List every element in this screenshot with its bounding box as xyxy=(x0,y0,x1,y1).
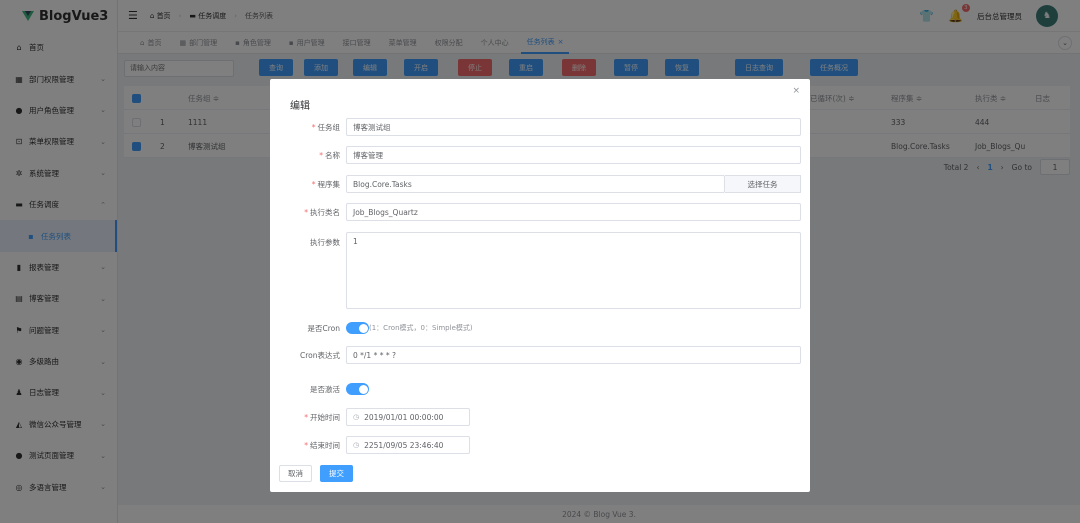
form-row-task-group: * 任务组 博客测试组 xyxy=(270,118,810,136)
is-cron-hint: (1：Cron模式，0：Simple模式) xyxy=(369,324,473,332)
class-name-label: * 执行类名 xyxy=(304,207,340,217)
end-time-label: * 结束时间 xyxy=(304,440,340,450)
name-label: * 名称 xyxy=(319,150,340,160)
class-name-input[interactable]: Job_Blogs_Quartz xyxy=(346,203,801,221)
start-time-label: * 开始时间 xyxy=(304,412,340,422)
edit-dialog: 编辑 × * 任务组 博客测试组 * 名称 博客管理 * 程序集 Blog.Core.… xyxy=(270,79,810,492)
form-row-class-name: * 执行类名 Job_Blogs_Quartz xyxy=(270,203,810,221)
form-row-end-time: * 结束时间 ◷ 2251/09/05 23:46:40 xyxy=(270,436,810,454)
task-group-label: * 任务组 xyxy=(311,122,340,132)
submit-button[interactable]: 提交 xyxy=(320,465,353,482)
start-time-value: 2019/01/01 00:00:00 xyxy=(364,412,444,422)
clock-icon: ◷ xyxy=(353,441,360,449)
params-label: 执行参数 xyxy=(310,238,340,247)
is-cron-switch[interactable] xyxy=(346,322,369,334)
select-task-button[interactable]: 选择任务 xyxy=(725,175,801,193)
cron-expr-input[interactable]: 0 */1 * * * ? xyxy=(346,346,801,364)
is-active-label: 是否激活 xyxy=(310,384,340,394)
end-time-value: 2251/09/05 23:46:40 xyxy=(364,440,444,450)
cron-expr-label: Cron表达式 xyxy=(300,350,340,360)
dialog-title: 编辑 xyxy=(290,101,310,112)
form-row-cron-expr: Cron表达式 0 */1 * * * ? xyxy=(270,346,810,364)
start-time-picker[interactable]: ◷ 2019/01/01 00:00:00 xyxy=(346,408,470,426)
form-row-is-cron: 是否Cron (1：Cron模式，0：Simple模式) xyxy=(270,321,810,335)
form-row-start-time: * 开始时间 ◷ 2019/01/01 00:00:00 xyxy=(270,408,810,426)
clock-icon: ◷ xyxy=(353,413,360,421)
is-active-switch[interactable] xyxy=(346,383,369,395)
is-cron-label: 是否Cron xyxy=(307,323,341,333)
assembly-label: * 程序集 xyxy=(311,179,340,189)
form-row-assembly: * 程序集 Blog.Core.Tasks 选择任务 xyxy=(270,175,810,193)
task-group-input[interactable]: 博客测试组 xyxy=(346,118,801,136)
form-row-is-active: 是否激活 xyxy=(270,382,810,396)
name-input[interactable]: 博客管理 xyxy=(346,146,801,164)
form-row-params: 执行参数 1 xyxy=(270,232,810,309)
params-textarea[interactable]: 1 xyxy=(346,232,801,309)
form-row-name: * 名称 博客管理 xyxy=(270,146,810,164)
dialog-close-icon[interactable]: × xyxy=(792,86,800,96)
cancel-button[interactable]: 取消 xyxy=(279,465,312,482)
assembly-input[interactable]: Blog.Core.Tasks xyxy=(346,175,725,193)
end-time-picker[interactable]: ◷ 2251/09/05 23:46:40 xyxy=(346,436,470,454)
